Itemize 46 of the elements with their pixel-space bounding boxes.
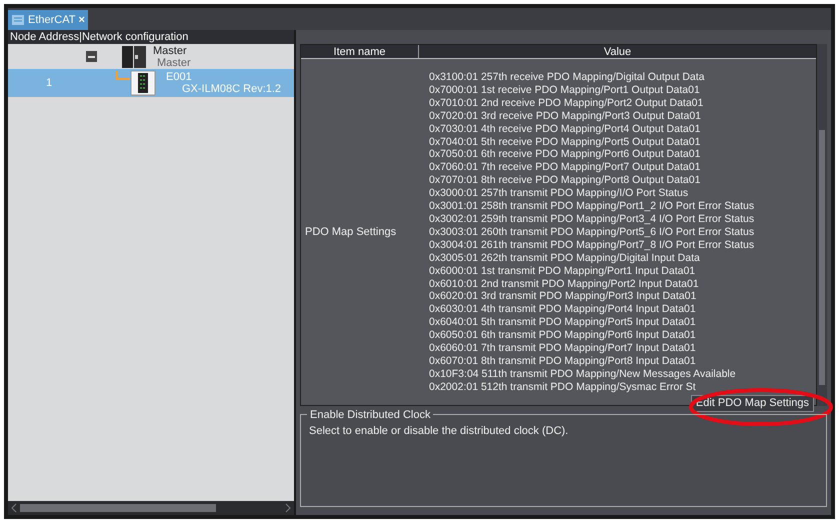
scroll-right-icon[interactable] bbox=[284, 503, 292, 513]
device-icon bbox=[121, 44, 147, 68]
value-line: 0x3003:01 260th transmit PDO Mapping/Port5_6 I/O Port Error Status bbox=[429, 226, 756, 239]
value-line: 0x7010:01 2nd receive PDO Mapping/Port2 Output Data01 bbox=[429, 96, 704, 110]
value-line: 0x3000:01 257th transmit PDO Mapping/I/O Port Status bbox=[429, 187, 690, 200]
node-model: Master bbox=[157, 56, 191, 68]
tab-label: EtherCAT bbox=[28, 12, 76, 28]
value-line: 0x3001:01 258th transmit PDO Mapping/Port1_2 I/O Port Error Status bbox=[429, 200, 756, 213]
node-name: E001 bbox=[166, 71, 193, 83]
value-line: 0x7050:01 6th receive PDO Mapping/Port6 Output Data01 bbox=[429, 148, 702, 162]
value-line: 0x6050:01 6th transmit PDO Mapping/Port6 Input Data01 bbox=[429, 329, 697, 342]
scrollbar-thumb[interactable] bbox=[819, 130, 825, 385]
value-line: 0x7040:01 5th receive PDO Mapping/Port5 Output Data01 bbox=[429, 136, 702, 148]
value-line: 0x6060:01 7th transmit PDO Mapping/Port7 Input Data01 bbox=[429, 342, 697, 355]
collapse-icon[interactable] bbox=[86, 51, 97, 62]
value-line: 0x7000:01 1st receive PDO Mapping/Port1 Output Data01 bbox=[429, 84, 701, 97]
column-header[interactable]: Item name bbox=[301, 45, 419, 58]
panel-header: Node Address|Network configuration bbox=[8, 30, 294, 44]
value-line: 0x7020:01 3rd receive PDO Mapping/Port3 Output Data01 bbox=[429, 110, 702, 123]
scrollbar-thumb[interactable] bbox=[20, 504, 216, 512]
value-line: 0x7060:01 7th receive PDO Mapping/Port7 Output Data01 bbox=[429, 161, 702, 174]
value-line: 0x3004:01 261th transmit PDO Mapping/Port7_8 I/O Port Error Status bbox=[429, 238, 756, 252]
tree-row[interactable]: Master Master bbox=[8, 44, 294, 69]
value-line: 0x3100:01 257th receive PDO Mapping/Digital Output Data bbox=[429, 71, 706, 84]
value-line: 0x6030:01 4th transmit PDO Mapping/Port4 Input Data01 bbox=[429, 303, 697, 316]
value-line: 0x3002:01 259th transmit PDO Mapping/Port3_4 I/O Port Error Status bbox=[429, 212, 756, 226]
value-line: 0x6010:01 2nd transmit PDO Mapping/Port2 Input Data01 bbox=[429, 278, 700, 290]
description-text: Select to enable or disable the distributed clock (DC). bbox=[309, 424, 570, 439]
value-line: 0x7030:01 4th receive PDO Mapping/Port4 Output Data01 bbox=[429, 122, 702, 136]
device-icon bbox=[130, 70, 156, 96]
node-model: GX-ILM08C Rev:1.2 bbox=[182, 83, 282, 95]
value-line: 0x6020:01 3rd transmit PDO Mapping/Port3 Input Data01 bbox=[429, 290, 698, 304]
value-line: 0x2002:01 512th transmit PDO Mapping/Sysmac Error St bbox=[429, 380, 697, 394]
node-name: Master bbox=[153, 44, 188, 56]
column-header[interactable]: Value bbox=[419, 45, 816, 58]
connector-line bbox=[116, 71, 130, 81]
node-address: 1 bbox=[45, 76, 54, 91]
item-name: PDO Map Settings bbox=[305, 225, 396, 240]
network-icon bbox=[11, 14, 25, 26]
value-line: 0x6000:01 1st transmit PDO Mapping/Port1 Input Data01 bbox=[429, 264, 696, 278]
value-line: 0x7070:01 8th receive PDO Mapping/Port8 Output Data01 bbox=[429, 174, 702, 188]
value-line: 0x6040:01 5th transmit PDO Mapping/Port5 Input Data01 bbox=[429, 316, 697, 330]
scroll-left-icon[interactable] bbox=[10, 503, 18, 513]
value-line: 0x3005:01 262th transmit PDO Mapping/Digital Input Data bbox=[429, 252, 701, 265]
value-line: 0x6070:01 8th transmit PDO Mapping/Port8 Input Data01 bbox=[429, 354, 697, 368]
value-line: 0x10F3:04 511th transmit PDO Mapping/New Messages Available bbox=[429, 368, 737, 381]
